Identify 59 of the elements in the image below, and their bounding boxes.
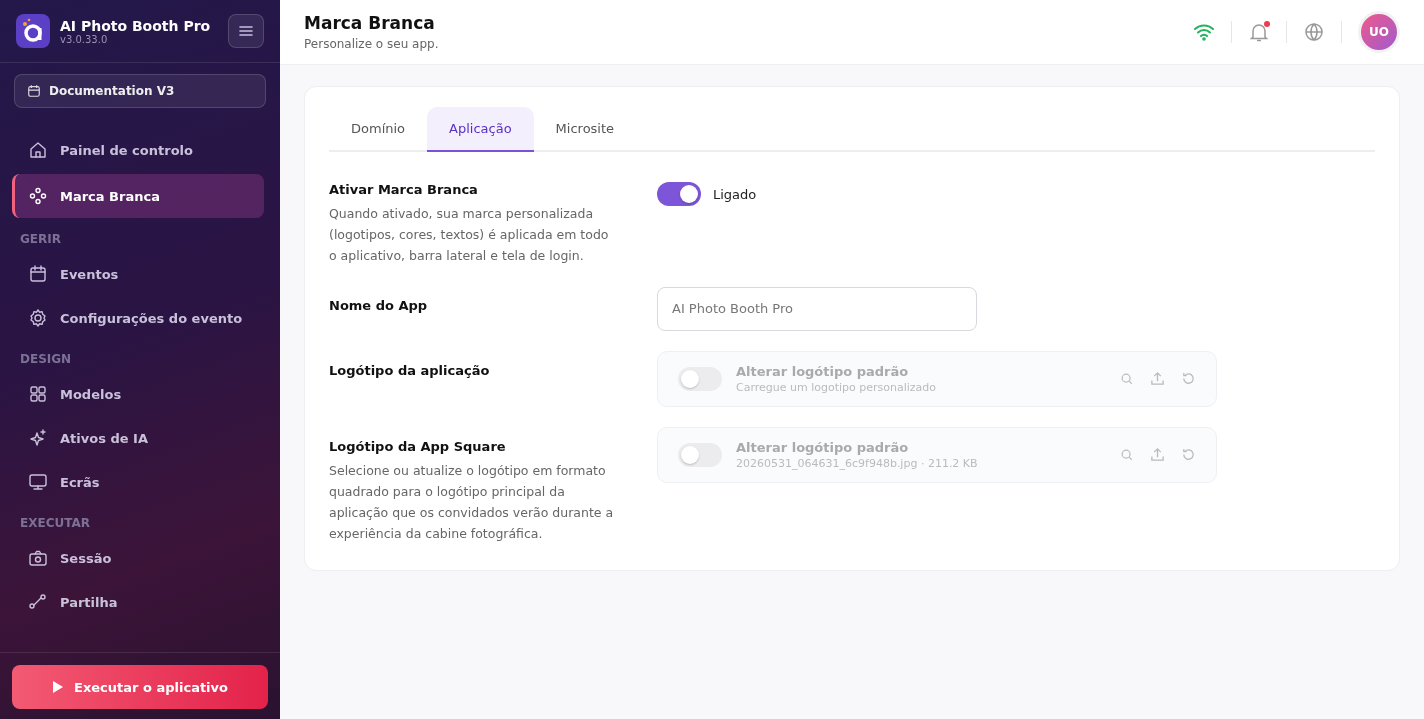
nav-item[interactable]: Marca Branca	[12, 174, 264, 218]
nav-item[interactable]: Ecrãs	[12, 462, 264, 502]
toggle-switch[interactable]	[678, 366, 722, 391]
nav-item[interactable]: Ativos de IA	[12, 418, 264, 458]
tab[interactable]: Domínio	[329, 107, 428, 152]
toggle-switch[interactable]	[678, 442, 722, 467]
play-icon	[52, 680, 64, 694]
language-button[interactable]	[1303, 21, 1325, 43]
nav-item[interactable]: Modelos	[12, 374, 264, 414]
calendar-icon	[27, 84, 41, 98]
section-heading: GERIR	[19, 231, 62, 248]
monitor-icon	[28, 472, 48, 492]
logo-option-title: Alterar logótipo padrão	[736, 363, 910, 379]
logo-option-detail: 20260531_064631_6c9f948b.jpg · 211.2 KB	[736, 456, 979, 470]
camera-icon	[28, 548, 48, 568]
setting-label: Logótipo da App Square	[329, 438, 507, 454]
app-logo-icon	[16, 14, 50, 48]
run-app-button[interactable]: Executar o aplicativo	[12, 665, 268, 709]
calendar-icon	[28, 264, 48, 284]
section-heading: EXECUTAR	[19, 515, 91, 532]
upload-icon[interactable]	[1150, 371, 1165, 386]
reset-icon[interactable]	[1181, 447, 1196, 462]
page-title: Marca Branca	[304, 13, 436, 33]
settings-icon	[28, 308, 48, 328]
nav-item[interactable]: Sessão	[12, 538, 264, 578]
grid-icon	[28, 384, 48, 404]
setting-label: Nome do App	[329, 298, 429, 313]
menu-button[interactable]	[228, 14, 264, 48]
upload-icon[interactable]	[1150, 447, 1165, 462]
dots-icon	[28, 186, 48, 206]
nav-item[interactable]: Painel de controlo	[12, 130, 264, 170]
home-icon	[28, 140, 48, 160]
toggle-switch[interactable]	[657, 182, 701, 206]
page-subtitle: Personalize o seu app.	[304, 37, 439, 51]
search-icon[interactable]	[1120, 371, 1134, 386]
tab[interactable]: Aplicação	[427, 107, 534, 152]
share-icon	[28, 592, 48, 612]
setting-label: Logótipo da aplicação	[329, 362, 491, 378]
sparkle-icon	[28, 428, 48, 448]
nav-item[interactable]: Configurações do evento	[12, 298, 264, 338]
event-selector[interactable]: Documentation V3	[14, 74, 266, 108]
tab[interactable]: Microsite	[533, 107, 637, 152]
user-avatar[interactable]: UO	[1358, 11, 1400, 53]
setting-description: Quando ativado, sua marca personalizada (logotipos, cores, textos) é aplicada em todo o aplicativo, barra lateral e tela de login.	[329, 205, 610, 265]
wifi-icon	[1193, 23, 1215, 41]
reset-icon[interactable]	[1181, 371, 1196, 386]
notification-button[interactable]	[1248, 21, 1270, 43]
app-version: v3.0.33.0	[60, 33, 109, 45]
nav-item[interactable]: Eventos	[12, 254, 264, 294]
setting-description: Selecione ou atualize o logótipo em formato quadrado para o logótipo principal da aplicação que os convidados verão durante a experiência da cabine fotográfica.	[329, 461, 615, 543]
app-name-field[interactable]: AI Photo Booth Pro	[657, 286, 977, 331]
search-icon[interactable]	[1120, 447, 1134, 462]
nav-item[interactable]: Partilha	[12, 582, 264, 622]
toggle-state-label: Ligado	[713, 186, 757, 202]
logo-option-detail: Carregue um logotipo personalizado	[736, 380, 938, 394]
logo-option-title: Alterar logótipo padrão	[736, 439, 910, 455]
section-heading: DESIGN	[19, 351, 73, 368]
app-name: AI Photo Booth Pro	[60, 17, 212, 34]
setting-label: Ativar Marca Branca	[329, 182, 479, 197]
